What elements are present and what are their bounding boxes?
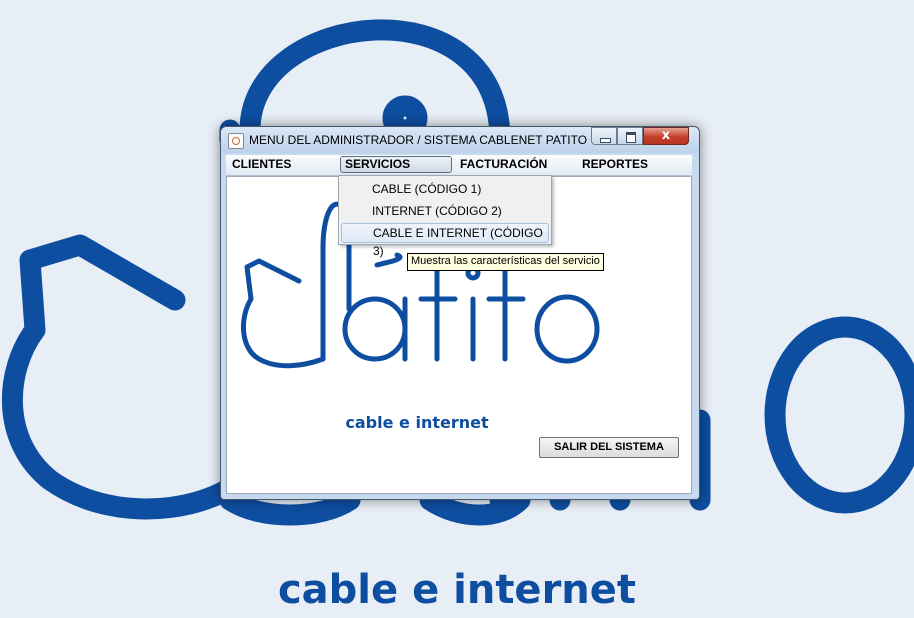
java-app-icon[interactable] (228, 133, 244, 149)
logo-tagline: cable e internet (345, 413, 489, 432)
maximize-button[interactable] (617, 127, 643, 145)
close-button[interactable]: x (643, 127, 689, 145)
servicios-dropdown: CABLE (CÓDIGO 1) INTERNET (CÓDIGO 2) CAB… (338, 175, 552, 258)
background-tagline: cable e internet (277, 567, 637, 613)
menu-servicios[interactable]: SERVICIOS (340, 156, 452, 173)
minimize-button[interactable] (591, 127, 617, 145)
title-bar[interactable]: MENU DEL ADMINISTRADOR / SISTEMA CABLENE… (221, 127, 699, 153)
menu-bar: CLIENTES SERVICIOS FACTURACIÓN REPORTES (226, 155, 692, 176)
menu-item-cable-internet[interactable]: CABLE E INTERNET (CÓDIGO 3) (341, 223, 549, 258)
exit-system-button[interactable]: SALIR DEL SISTEMA (539, 437, 679, 458)
close-icon: x (661, 128, 671, 143)
window-title: MENU DEL ADMINISTRADOR / SISTEMA CABLENE… (249, 133, 588, 147)
menu-item-internet[interactable]: INTERNET (CÓDIGO 2) (341, 201, 549, 221)
service-tooltip: Muestra las características del servicio (407, 253, 604, 271)
menu-facturacion[interactable]: FACTURACIÓN (456, 156, 551, 173)
menu-reportes[interactable]: REPORTES (578, 156, 652, 173)
menu-item-cable[interactable]: CABLE (CÓDIGO 1) (341, 179, 549, 199)
menu-clientes[interactable]: CLIENTES (228, 156, 295, 173)
